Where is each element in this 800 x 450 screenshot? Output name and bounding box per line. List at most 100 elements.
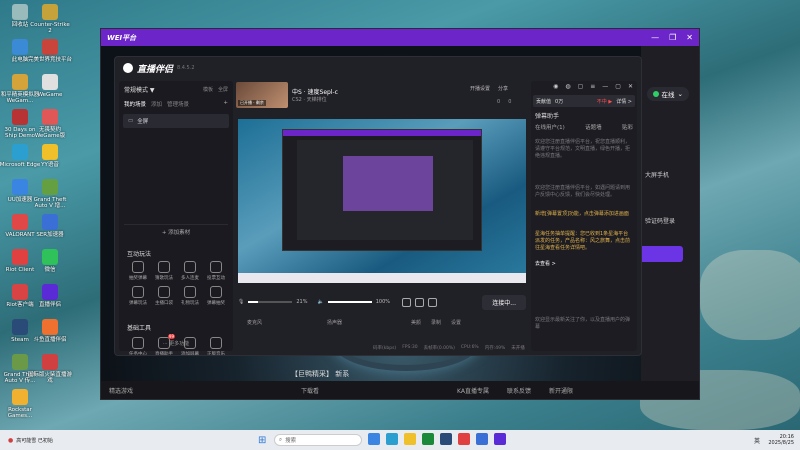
desktop-icon[interactable]: 国际版火柴直播游戏 bbox=[28, 354, 72, 385]
tab-manage-scenes[interactable]: 管理场景 bbox=[167, 100, 189, 108]
system-message: 欢迎您注册直播伴侣平台，如遇问题请到用户反馈中心反馈，我们会尽快处理。 bbox=[535, 185, 631, 198]
bottom-link-games[interactable]: 精选游戏 bbox=[109, 386, 133, 395]
bottom-link-new[interactable]: 新开通限 bbox=[549, 386, 573, 395]
contribution-detail-link[interactable]: 详情 > bbox=[616, 98, 632, 105]
landmass-decoration bbox=[700, 250, 800, 340]
speaker-volume-slider[interactable] bbox=[327, 301, 372, 303]
tool-interact_tools-5[interactable]: 主播口袋 bbox=[151, 286, 177, 306]
platform-logo: WEI平台 bbox=[107, 33, 137, 42]
tool-icon bbox=[158, 286, 170, 298]
sms-login-link[interactable]: 验证码登录 bbox=[645, 216, 675, 225]
contribution-bar[interactable]: 贡献值 0万 不中 ▶ 详情 > bbox=[533, 95, 635, 107]
bottom-link-ka[interactable]: KA直播专属 bbox=[457, 386, 489, 395]
settings-icon[interactable] bbox=[428, 297, 438, 307]
taskbar-app-icon[interactable] bbox=[494, 433, 506, 445]
right-panel-footer: 欢迎显示最新关注了你，以及直播用户的弹幕 bbox=[535, 317, 631, 330]
taskbar-app-icon[interactable] bbox=[404, 433, 416, 445]
desktop-icon[interactable]: Counter-Strike 2 bbox=[28, 4, 72, 35]
online-status-button[interactable]: 在线 ⌄ bbox=[646, 87, 689, 101]
share-button[interactable]: 分享 bbox=[498, 85, 508, 92]
tool-label: 弹幕玩法 bbox=[129, 301, 147, 306]
mic-level: 21% bbox=[296, 299, 308, 305]
tool-interact_tools-0[interactable]: 抽奖弹幕 bbox=[125, 261, 151, 281]
viewer-count: 0 bbox=[508, 99, 512, 105]
window-icon[interactable]: ▢ bbox=[578, 83, 584, 91]
big-screen-phone-link[interactable]: 大屏手机 bbox=[645, 170, 669, 179]
desktop-icon[interactable]: YY语音 bbox=[28, 144, 72, 168]
add-source-button[interactable]: + 添加素材 bbox=[124, 224, 228, 236]
bottom-link-download[interactable]: 下载看 bbox=[301, 386, 319, 395]
gift-icon[interactable]: ◉ bbox=[553, 83, 558, 91]
taskbar-app-icon[interactable] bbox=[386, 433, 398, 445]
weather-icon[interactable]: ● bbox=[8, 437, 13, 444]
taskbar-app-icon[interactable] bbox=[440, 433, 452, 445]
tab-add[interactable]: 添加 bbox=[151, 100, 162, 108]
tab-topic-wall[interactable]: 话题墙 bbox=[585, 123, 602, 131]
desktop-icon[interactable]: 直播伴侣 bbox=[28, 284, 72, 308]
tool-interact_tools-3[interactable]: 投票互动 bbox=[203, 261, 229, 281]
taskbar-app-icon[interactable] bbox=[368, 433, 380, 445]
template-link[interactable]: 模板 bbox=[203, 86, 213, 93]
tool-interact_tools-6[interactable]: 礼物玩法 bbox=[177, 286, 203, 306]
stream-category[interactable]: CS2 · 天梯排位 bbox=[292, 96, 338, 103]
tool-interact_tools-2[interactable]: 多人连麦 bbox=[177, 261, 203, 281]
close-icon[interactable]: ✕ bbox=[686, 33, 693, 42]
tool-label: 主播口袋 bbox=[155, 301, 173, 306]
beauty-label: 美颜 bbox=[411, 320, 422, 326]
taskbar-search[interactable]: ⌕ 搜索 bbox=[274, 434, 362, 446]
stream-title[interactable]: 中S · 速度Sepl-c bbox=[292, 87, 338, 96]
taskbar-app-icon[interactable] bbox=[458, 433, 470, 445]
weather-text[interactable]: 高可能雪 已初始 bbox=[16, 437, 53, 444]
more-features-button[interactable]: ··· 更多功能 bbox=[119, 340, 233, 347]
desktop-icon[interactable]: Rockstar Games... bbox=[0, 389, 42, 420]
tab-stickers[interactable]: 贴彩 bbox=[622, 123, 633, 131]
close-icon[interactable]: ✕ bbox=[628, 83, 633, 91]
desktop-icon[interactable]: 斗鱼直播伴侣 bbox=[28, 319, 72, 343]
stream-preview[interactable] bbox=[238, 119, 526, 283]
minimize-icon[interactable]: — bbox=[651, 33, 659, 42]
task-view-link[interactable]: 去查看 > bbox=[535, 261, 633, 268]
tool-interact_tools-7[interactable]: 弹幕抽奖 bbox=[203, 286, 229, 306]
desktop-icon[interactable]: Grand Theft Auto V 增... bbox=[28, 179, 72, 210]
menu-icon[interactable]: ≡ bbox=[590, 83, 595, 91]
minimize-icon[interactable]: — bbox=[602, 83, 608, 91]
microphone-icon[interactable]: 🎙 bbox=[238, 299, 244, 305]
desktop-icon[interactable]: 无畏契约 WeGame版 bbox=[28, 109, 72, 140]
headset-icon[interactable]: ◍ bbox=[565, 83, 570, 91]
mic-volume-slider[interactable] bbox=[248, 301, 293, 303]
beauty-icon[interactable] bbox=[402, 297, 412, 307]
desktop-icon[interactable]: 完美世界竞技平台 bbox=[28, 39, 72, 63]
bottom-link-feedback[interactable]: 联系反馈 bbox=[507, 386, 531, 395]
input-language[interactable]: 英 bbox=[754, 436, 760, 445]
desktop-icon[interactable]: WeGame bbox=[28, 74, 72, 98]
tool-interact_tools-1[interactable]: 猜歌玩法 bbox=[151, 261, 177, 281]
speaker-icon[interactable]: 🔈 bbox=[317, 299, 323, 305]
app-icon bbox=[42, 4, 58, 20]
desktop-icon[interactable]: SER加速器 bbox=[28, 214, 72, 238]
top-actions: 开播设置 分享 bbox=[470, 85, 508, 92]
add-scene-icon[interactable]: + bbox=[223, 100, 228, 108]
stream-cover-thumbnail[interactable]: 已开播 · 剩余 bbox=[236, 82, 288, 108]
speaker-level: 100% bbox=[375, 299, 391, 305]
go-live-button[interactable]: 连接中... bbox=[482, 294, 526, 310]
preview-nested-app bbox=[297, 140, 473, 240]
taskbar-app-icon[interactable] bbox=[476, 433, 488, 445]
maximize-icon[interactable]: ▢ bbox=[615, 83, 621, 91]
taskbar-app-icon[interactable] bbox=[422, 433, 434, 445]
fullscreen-link[interactable]: 全屏 bbox=[218, 86, 228, 93]
clock[interactable]: 20:16 2025/8/25 bbox=[768, 434, 794, 446]
tab-online-users[interactable]: 在线用户(1) bbox=[535, 123, 565, 131]
tool-interact_tools-4[interactable]: 弹幕玩法 bbox=[125, 286, 151, 306]
desktop-icon[interactable]: 微信 bbox=[28, 249, 72, 273]
mode-selector[interactable]: 常规模式 ▼ bbox=[124, 85, 155, 94]
windows-taskbar: ● 高可能雪 已初始 ⊞ ⌕ 搜索 英 20:16 2025/8/25 bbox=[0, 430, 800, 450]
maximize-icon[interactable]: ❐ bbox=[669, 33, 676, 42]
app-icon bbox=[12, 284, 28, 300]
desktop-icon-label: SER加速器 bbox=[36, 232, 64, 238]
live-settings-button[interactable]: 开播设置 bbox=[470, 85, 490, 92]
stat-item: 未开播 bbox=[511, 346, 525, 351]
record-icon[interactable] bbox=[415, 297, 425, 307]
scene-item[interactable]: ▭ 全屏 bbox=[123, 114, 229, 128]
tab-my-scenes[interactable]: 我的场景 bbox=[124, 100, 146, 108]
start-icon[interactable]: ⊞ bbox=[258, 435, 266, 446]
